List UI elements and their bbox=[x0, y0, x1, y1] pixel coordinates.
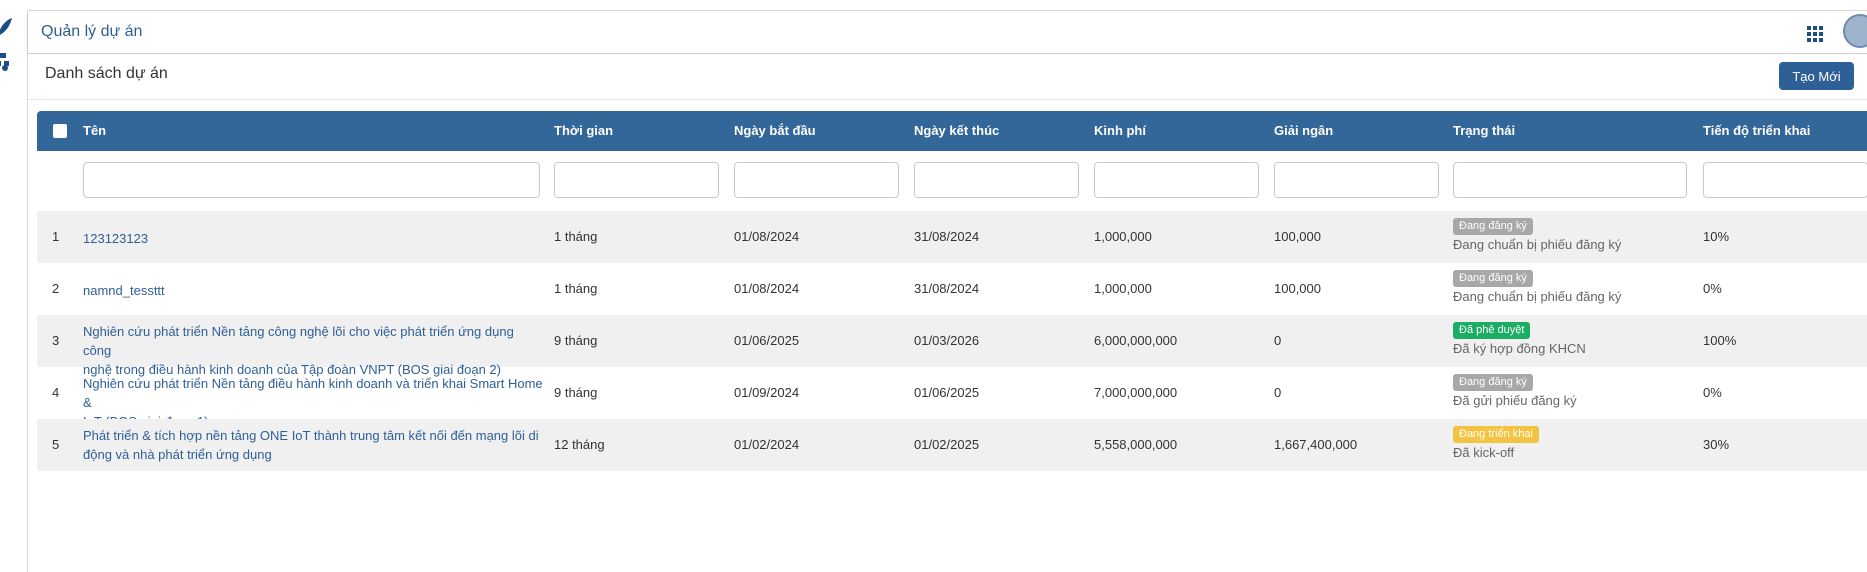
org-chart-icon[interactable] bbox=[0, 53, 10, 75]
duration-cell: 9 tháng bbox=[554, 385, 598, 400]
start-date-cell: 01/02/2024 bbox=[734, 437, 800, 452]
progress-cell: 0% bbox=[1703, 281, 1722, 296]
project-table: Tên Thời gian Ngày bắt đầu Ngày kết thúc… bbox=[37, 111, 1867, 471]
col-status[interactable]: Trạng thái bbox=[1453, 123, 1515, 138]
filter-duration-input[interactable] bbox=[554, 162, 719, 198]
disbursed-cell: 0 bbox=[1274, 385, 1282, 400]
progress-cell: 100% bbox=[1703, 333, 1737, 348]
row-index: 2 bbox=[52, 281, 60, 296]
table-header: Tên Thời gian Ngày bắt đầu Ngày kết thúc… bbox=[37, 111, 1867, 151]
table-row[interactable]: 4 Nghiên cứu phát triển Nền tảng điều hà… bbox=[37, 367, 1867, 429]
project-name-link[interactable]: namnd_tessttt bbox=[83, 281, 543, 300]
disbursed-cell: 100,000 bbox=[1274, 229, 1321, 244]
filter-budget-input[interactable] bbox=[1094, 162, 1259, 198]
col-end[interactable]: Ngày kết thúc bbox=[914, 123, 999, 138]
end-date-cell: 31/08/2024 bbox=[914, 281, 980, 296]
end-date-cell: 01/02/2025 bbox=[914, 437, 980, 452]
status-badge: Đã phê duyệt bbox=[1453, 322, 1531, 339]
filter-row bbox=[37, 151, 1867, 211]
disbursed-cell: 100,000 bbox=[1274, 281, 1321, 296]
duration-cell: 12 tháng bbox=[554, 437, 605, 452]
disbursed-cell: 1,667,400,000 bbox=[1274, 437, 1358, 452]
filter-status-input[interactable] bbox=[1453, 162, 1687, 198]
budget-cell: 1,000,000 bbox=[1094, 229, 1152, 244]
duration-cell: 1 tháng bbox=[554, 229, 598, 244]
status-text: Đã ký hợp đồng KHCN bbox=[1453, 341, 1586, 356]
duration-cell: 1 tháng bbox=[554, 281, 598, 296]
budget-cell: 6,000,000,000 bbox=[1094, 333, 1178, 348]
list-header: Danh sách dự án bbox=[28, 54, 1867, 100]
status-badge: Đang triển khai bbox=[1453, 426, 1539, 443]
start-date-cell: 01/08/2024 bbox=[734, 229, 800, 244]
leaf-icon[interactable] bbox=[0, 16, 14, 42]
top-strip bbox=[0, 0, 1867, 11]
status-badge: Đang đăng ký bbox=[1453, 270, 1533, 287]
budget-cell: 5,558,000,000 bbox=[1094, 437, 1178, 452]
project-name-line1[interactable]: Nghiên cứu phát triển Nền tảng điều hành… bbox=[83, 376, 543, 410]
col-start[interactable]: Ngày bắt đầu bbox=[734, 123, 816, 138]
start-date-cell: 01/09/2024 bbox=[734, 385, 800, 400]
page-title: Quản lý dự án bbox=[41, 23, 143, 40]
filter-name-input[interactable] bbox=[83, 162, 540, 198]
col-name[interactable]: Tên bbox=[83, 123, 106, 138]
table-row[interactable]: 1 123123123 1 tháng 01/08/2024 31/08/202… bbox=[37, 211, 1867, 263]
progress-cell: 0% bbox=[1703, 385, 1722, 400]
user-avatar-icon[interactable] bbox=[1843, 14, 1867, 48]
col-budget[interactable]: Kinh phí bbox=[1094, 123, 1146, 138]
status-text: Đã kick-off bbox=[1453, 445, 1515, 460]
end-date-cell: 31/08/2024 bbox=[914, 229, 980, 244]
start-date-cell: 01/06/2025 bbox=[734, 333, 800, 348]
project-name-link[interactable]: Phát triển & tích hợp nền tảng ONE IoT t… bbox=[83, 426, 543, 464]
app-header: Quản lý dự án bbox=[28, 11, 1867, 54]
status-text: Đang chuẩn bị phiếu đăng ký bbox=[1453, 237, 1622, 252]
status-text: Đã gửi phiếu đăng ký bbox=[1453, 393, 1577, 408]
col-progress[interactable]: Tiến độ triển khai bbox=[1703, 123, 1810, 138]
sidebar bbox=[0, 10, 28, 572]
row-index: 4 bbox=[52, 385, 60, 400]
project-name-line2[interactable]: động và nhà phát triển ứng dụng bbox=[83, 447, 272, 462]
budget-cell: 1,000,000 bbox=[1094, 281, 1152, 296]
progress-cell: 10% bbox=[1703, 229, 1730, 244]
end-date-cell: 01/06/2025 bbox=[914, 385, 980, 400]
project-name-line1[interactable]: Phát triển & tích hợp nền tảng ONE IoT t… bbox=[83, 428, 539, 443]
row-index: 5 bbox=[52, 437, 60, 452]
table-row[interactable]: 5 Phát triển & tích hợp nền tảng ONE IoT… bbox=[37, 419, 1867, 471]
progress-cell: 30% bbox=[1703, 437, 1730, 452]
table-row[interactable]: 2 namnd_tessttt 1 tháng 01/08/2024 31/08… bbox=[37, 263, 1867, 315]
filter-progress-input[interactable] bbox=[1703, 162, 1867, 198]
grid-apps-icon[interactable] bbox=[1807, 26, 1823, 42]
status-text: Đang chuẩn bị phiếu đăng ký bbox=[1453, 289, 1622, 304]
disbursed-cell: 0 bbox=[1274, 333, 1282, 348]
filter-disbursed-input[interactable] bbox=[1274, 162, 1439, 198]
row-index: 1 bbox=[52, 229, 60, 244]
start-date-cell: 01/08/2024 bbox=[734, 281, 800, 296]
project-name-link[interactable]: 123123123 bbox=[83, 229, 543, 248]
row-index: 3 bbox=[52, 333, 60, 348]
col-duration[interactable]: Thời gian bbox=[554, 123, 613, 138]
status-badge: Đang đăng ký bbox=[1453, 374, 1533, 391]
select-all-checkbox[interactable] bbox=[53, 124, 67, 138]
create-button[interactable]: Tạo Mới bbox=[1779, 62, 1854, 90]
status-badge: Đang đăng ký bbox=[1453, 218, 1533, 235]
filter-end-input[interactable] bbox=[914, 162, 1079, 198]
list-title: Danh sách dự án bbox=[45, 65, 168, 82]
budget-cell: 7,000,000,000 bbox=[1094, 385, 1178, 400]
duration-cell: 9 tháng bbox=[554, 333, 598, 348]
col-disbursed[interactable]: Giải ngân bbox=[1274, 123, 1333, 138]
filter-start-input[interactable] bbox=[734, 162, 899, 198]
end-date-cell: 01/03/2026 bbox=[914, 333, 980, 348]
table-row[interactable]: 3 Nghiên cứu phát triển Nền tảng công ng… bbox=[37, 315, 1867, 377]
project-name-line1[interactable]: Nghiên cứu phát triển Nền tảng công nghệ… bbox=[83, 324, 514, 358]
